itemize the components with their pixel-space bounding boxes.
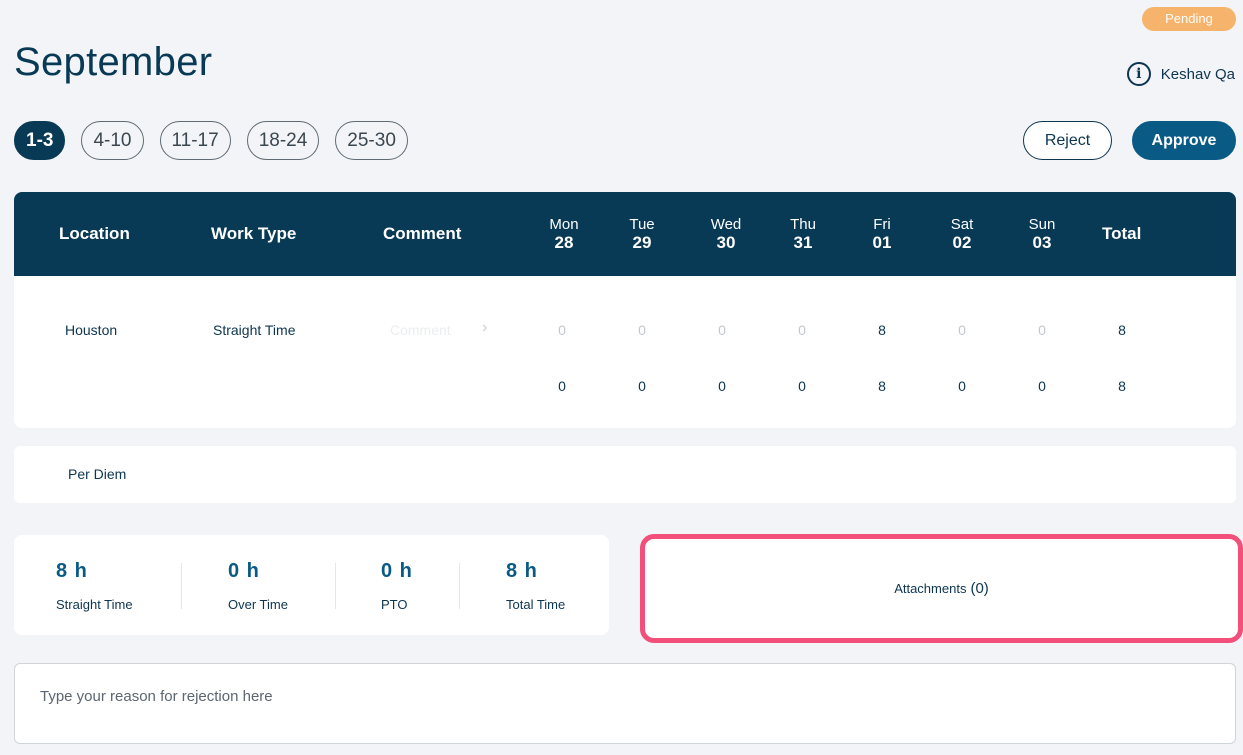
stat-value: 8 h: [506, 560, 538, 582]
total-thu: 0: [798, 378, 806, 394]
attachments-count: (0): [970, 580, 989, 597]
week-tabs: 1-3 4-10 11-17 18-24 25-30: [14, 121, 408, 160]
table-header: Location Work Type Comment Mon 28 Tue 29…: [14, 192, 1236, 276]
row-location: Houston: [65, 322, 118, 338]
hours-sat[interactable]: 0: [932, 322, 992, 338]
timesheet-table: Location Work Type Comment Mon 28 Tue 29…: [14, 192, 1236, 428]
total-fri: 8: [878, 378, 886, 394]
total-wed: 0: [718, 378, 726, 394]
day-name: Sun: [1028, 216, 1056, 233]
day-name: Sat: [950, 216, 974, 233]
hours-fri[interactable]: 8: [852, 322, 912, 338]
header-day-sat: Sat 02: [932, 216, 992, 252]
stat-value: 0 h: [228, 560, 260, 582]
stat-label: Total Time: [506, 597, 566, 612]
header-work-type: Work Type: [211, 224, 297, 243]
comment-input[interactable]: Comment: [390, 322, 451, 338]
hours-wed[interactable]: 0: [692, 322, 752, 338]
header-comment: Comment: [383, 224, 462, 243]
day-number: 03: [1032, 233, 1052, 252]
info-icon[interactable]: i: [1126, 62, 1151, 86]
per-diem-row[interactable]: Per Diem: [14, 446, 1236, 503]
reject-button[interactable]: Reject: [1023, 121, 1112, 160]
header-day-tue: Tue 29: [612, 216, 672, 252]
week-tab-4-10[interactable]: 4-10: [81, 121, 144, 160]
week-tab-1-3[interactable]: 1-3: [14, 121, 66, 160]
header-day-mon: Mon 28: [534, 216, 594, 252]
hours-mon[interactable]: 0: [532, 322, 592, 338]
user-info[interactable]: i Keshav Qa: [1126, 62, 1235, 86]
header-day-wed: Wed 30: [696, 216, 756, 252]
stat-label: Straight Time: [56, 597, 133, 612]
day-number: 28: [554, 233, 574, 252]
row-total: 8: [1118, 322, 1126, 338]
hours-tue[interactable]: 0: [612, 322, 672, 338]
stat-label: Over Time: [228, 597, 288, 612]
week-tab-25-30[interactable]: 25-30: [335, 121, 408, 160]
stat-value: 0 h: [381, 560, 413, 582]
day-name: Wed: [710, 216, 742, 233]
status-badge: Pending: [1142, 7, 1236, 31]
total-sat: 0: [958, 378, 966, 394]
day-name: Fri: [873, 216, 891, 233]
rejection-reason-input[interactable]: [14, 663, 1236, 744]
row-work-type: Straight Time: [213, 322, 296, 338]
day-number: 01: [872, 233, 892, 252]
day-number: 30: [716, 233, 736, 252]
week-tab-18-24[interactable]: 18-24: [246, 121, 320, 160]
per-diem-label: Per Diem: [68, 466, 127, 482]
header-day-fri: Fri 01: [852, 216, 912, 252]
total-sun: 0: [1038, 378, 1046, 394]
chevron-right-icon[interactable]: ›: [482, 319, 487, 337]
total-tue: 0: [638, 378, 646, 394]
stat-value: 8 h: [56, 560, 88, 582]
divider: [459, 563, 460, 609]
hours-sun[interactable]: 0: [1012, 322, 1072, 338]
total-mon: 0: [558, 378, 566, 394]
divider: [181, 563, 182, 609]
hours-thu[interactable]: 0: [772, 322, 832, 338]
approve-button[interactable]: Approve: [1132, 121, 1236, 160]
page-title: September: [14, 40, 213, 84]
user-name: Keshav Qa: [1160, 65, 1235, 83]
day-number: 29: [632, 233, 652, 252]
day-number: 31: [793, 233, 813, 252]
attachments-label: Attachments: [894, 581, 967, 596]
attachments-button[interactable]: Attachments (0): [640, 534, 1243, 643]
day-name: Mon: [549, 216, 579, 233]
stat-label: PTO: [381, 597, 408, 612]
header-location: Location: [59, 224, 130, 243]
header-day-thu: Thu 31: [773, 216, 833, 252]
day-number: 02: [952, 233, 972, 252]
week-tab-11-17[interactable]: 11-17: [159, 121, 231, 160]
grand-total: 8: [1118, 378, 1126, 394]
day-name: Thu: [790, 216, 816, 233]
day-name: Tue: [629, 216, 655, 233]
hours-summary: 8 h Straight Time 0 h Over Time 0 h PTO …: [14, 535, 609, 635]
divider: [335, 563, 336, 609]
header-total: Total: [1102, 224, 1142, 243]
header-day-sun: Sun 03: [1012, 216, 1072, 252]
